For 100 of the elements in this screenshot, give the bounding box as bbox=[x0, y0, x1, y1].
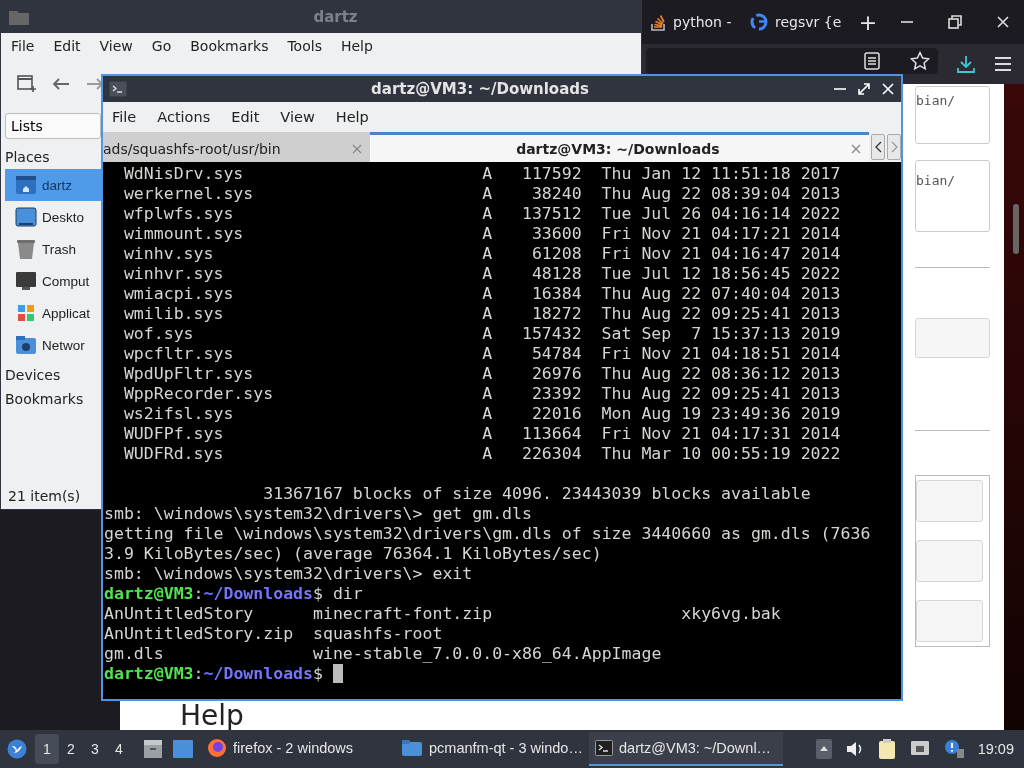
menu-item[interactable]: Tools bbox=[287, 38, 322, 54]
clock[interactable]: 19:09 bbox=[977, 741, 1014, 757]
menu-item[interactable]: Go bbox=[151, 38, 172, 54]
menu-item[interactable]: Help bbox=[335, 109, 369, 125]
menu-item[interactable]: Help bbox=[340, 38, 373, 54]
file-size: 157432 bbox=[520, 324, 582, 344]
output-line: 31367167 blocks of size 4096. 23443039 blocks available bbox=[263, 484, 811, 504]
task-button[interactable]: pcmanfm-qt - 3 windo… bbox=[395, 732, 589, 766]
chevron-right-icon bbox=[890, 141, 898, 153]
back-arrow-icon[interactable] bbox=[51, 76, 71, 92]
code-text: bian/ bbox=[916, 173, 956, 188]
task-button[interactable]: firefox - 2 windows bbox=[201, 732, 395, 766]
section-header[interactable]: Places bbox=[5, 149, 50, 167]
file-size: 22016 bbox=[530, 404, 582, 424]
file-name: WdNisDrv.sys bbox=[123, 164, 245, 184]
file-date: Fri Nov 21 04:18:51 2014 bbox=[601, 344, 841, 364]
file-name: wmiacpi.sys bbox=[123, 284, 235, 304]
file-date: Thu Aug 22 09:25:41 2013 bbox=[601, 384, 841, 404]
menu-item[interactable]: Bookmarks bbox=[190, 38, 269, 54]
file-date: Fri Nov 21 04:17:31 2014 bbox=[601, 424, 841, 444]
terminal-icon bbox=[595, 740, 613, 756]
file-name: wfplwfs.sys bbox=[123, 204, 235, 224]
menu-item[interactable]: Edit bbox=[231, 109, 260, 125]
menu-item[interactable]: View bbox=[99, 38, 133, 54]
sidebar-item[interactable]: Trash bbox=[5, 233, 103, 265]
terminal-tab[interactable]: dartz@VM3: ~/Downloads bbox=[370, 132, 869, 162]
menu-item[interactable]: File bbox=[112, 109, 137, 125]
file-size: 18272 bbox=[530, 304, 582, 324]
file-date: Fri Nov 21 04:17:21 2014 bbox=[601, 224, 841, 244]
file-name: winhvr.sys bbox=[123, 264, 225, 284]
restore-icon[interactable] bbox=[948, 15, 962, 29]
listing-entry: wine-stable_7.0.0.0-x86_64.AppImage bbox=[313, 644, 662, 663]
applications-icon bbox=[15, 303, 37, 323]
file-cabinet-icon[interactable] bbox=[143, 739, 163, 759]
browser-tab[interactable]: python - bbox=[646, 6, 746, 38]
network-icon[interactable] bbox=[909, 740, 930, 758]
file-name: ws2ifsl.sys bbox=[123, 404, 235, 424]
status-text: 21 item(s) bbox=[7, 487, 81, 506]
address-bar[interactable] bbox=[646, 48, 938, 74]
maximize-icon[interactable] bbox=[857, 82, 871, 96]
sidebar-item[interactable]: Applicat bbox=[5, 297, 103, 329]
sidebar-item[interactable]: Deskto bbox=[5, 201, 103, 233]
menu-item[interactable]: Edit bbox=[53, 38, 81, 54]
scroll-tabs-left-button[interactable] bbox=[871, 134, 885, 160]
sidebar-item[interactable]: Networ bbox=[5, 329, 103, 361]
file-attribute: A bbox=[482, 384, 493, 404]
workspace-button[interactable]: 4 bbox=[107, 734, 131, 764]
menu-item[interactable]: Actions bbox=[157, 109, 211, 125]
star-icon[interactable] bbox=[910, 51, 930, 71]
new-tab-button[interactable]: + bbox=[850, 6, 886, 38]
terminal-tab[interactable]: ads/squashfs-root/usr/bin bbox=[103, 132, 371, 162]
view-selector[interactable]: Lists bbox=[5, 113, 101, 139]
sidebar-item[interactable]: dartz bbox=[5, 169, 103, 201]
file-name: wof.sys bbox=[123, 324, 195, 344]
file-size: 226304 bbox=[520, 444, 582, 464]
file-name: winhv.sys bbox=[123, 244, 215, 264]
sidebar-item[interactable]: Comput bbox=[5, 265, 103, 297]
output-line: 3.9 KiloBytes/sec) (average 76364.1 KiloBytes/sec) bbox=[104, 544, 602, 564]
workspace-button[interactable]: 1 bbox=[35, 734, 59, 764]
file-date: Thu Aug 22 07:40:04 2013 bbox=[601, 284, 841, 304]
file-name: wmilib.sys bbox=[123, 304, 225, 324]
start-menu-icon[interactable] bbox=[7, 739, 27, 759]
scrollbar-thumb[interactable] bbox=[1013, 204, 1019, 254]
menu-item[interactable]: View bbox=[280, 109, 315, 125]
file-name: WppRecorder.sys bbox=[123, 384, 275, 404]
clipboard-icon[interactable] bbox=[877, 739, 896, 759]
section-header[interactable]: Devices bbox=[5, 367, 61, 385]
notification-icon[interactable] bbox=[943, 739, 964, 759]
file-attribute: A bbox=[482, 224, 493, 244]
volume-icon[interactable] bbox=[845, 741, 864, 757]
output-line: smb: \windows\system32\drivers\> get gm.dls bbox=[104, 504, 532, 524]
file-attribute: A bbox=[482, 344, 493, 364]
task-button[interactable]: dartz@VM3: ~/Downl… bbox=[589, 732, 783, 766]
file-attribute: A bbox=[482, 264, 493, 284]
tray-expand-icon[interactable] bbox=[815, 739, 832, 759]
section-header[interactable]: Bookmarks bbox=[5, 391, 84, 409]
workspace-button[interactable]: 3 bbox=[83, 734, 107, 764]
file-size: 137512 bbox=[520, 204, 582, 224]
monitor-icon bbox=[15, 271, 37, 291]
trash-icon bbox=[15, 238, 37, 260]
reader-view-icon[interactable] bbox=[864, 52, 880, 70]
file-attribute: A bbox=[482, 244, 493, 264]
file-date: Tue Jul 26 04:16:14 2022 bbox=[601, 204, 841, 224]
file-size: 33600 bbox=[530, 224, 582, 244]
new-window-icon[interactable] bbox=[17, 75, 37, 93]
file-date: Thu Aug 22 08:36:12 2013 bbox=[601, 364, 841, 384]
menu-item[interactable]: File bbox=[11, 38, 35, 54]
network-folder-icon bbox=[15, 335, 37, 355]
stack-icon bbox=[650, 13, 666, 31]
listing-entry: minecraft-font.zip bbox=[313, 604, 493, 623]
file-size: 54784 bbox=[530, 344, 582, 364]
file-attribute: A bbox=[482, 184, 493, 204]
code-text: bian/ bbox=[916, 93, 956, 108]
window-title: dartz bbox=[312, 8, 359, 26]
workspace-button[interactable]: 2 bbox=[59, 734, 83, 764]
download-icon[interactable] bbox=[956, 54, 976, 74]
content-box bbox=[916, 600, 983, 642]
menu-icon[interactable] bbox=[994, 56, 1012, 72]
file-name: werkernel.sys bbox=[123, 184, 255, 204]
browser-tab[interactable]: regsvr {e bbox=[746, 6, 846, 38]
